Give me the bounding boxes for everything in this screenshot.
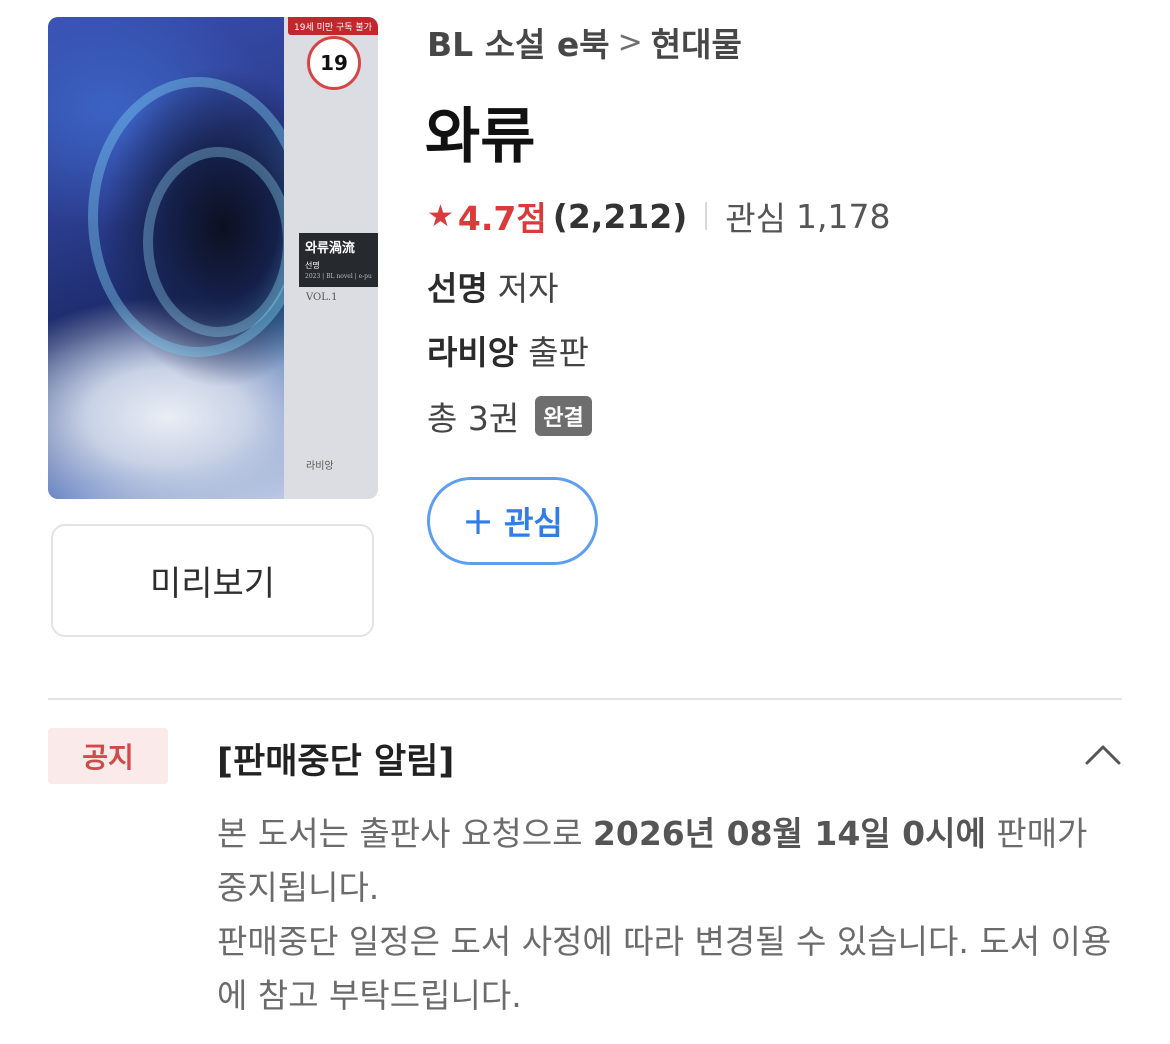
notice-title[interactable]: [판매중단 알림] <box>217 733 454 784</box>
complete-status-badge: 완결 <box>535 396 592 436</box>
plus-icon: + <box>462 499 494 543</box>
cover-label-author: 선명 <box>305 261 320 270</box>
cover-swirl-decoration <box>143 147 293 337</box>
notice-badge: 공지 <box>48 728 168 784</box>
book-cover-image[interactable]: 19세 미만 구독 불가 19 와류渦流 선명 2023 | BL novel … <box>48 17 378 499</box>
chevron-right-icon: > <box>617 24 643 60</box>
preview-button[interactable]: 미리보기 <box>51 524 374 637</box>
breadcrumb-category[interactable]: BL 소설 e북 <box>427 18 610 66</box>
age-19-badge: 19 <box>307 36 361 90</box>
cover-label-title: 와류渦流 <box>305 241 355 256</box>
cover-volume: VOL.1 <box>306 292 338 303</box>
add-interest-button[interactable]: + 관심 <box>427 477 598 565</box>
publisher-role: 출판 <box>528 333 589 372</box>
interest-count: 1,178 <box>796 196 891 236</box>
book-title: 와류 <box>425 102 536 172</box>
breadcrumb-subcategory[interactable]: 현대물 <box>651 18 742 66</box>
section-divider <box>48 698 1122 700</box>
cover-title-label: 와류渦流 선명 2023 | BL novel | e-pub <box>299 233 378 287</box>
breadcrumb: BL 소설 e북 > 현대물 <box>427 18 742 66</box>
notice-body-text: 판매중단 일정은 도서 사정에 따라 변경될 수 있습니다. 도서 이용에 참고… <box>217 922 1112 1015</box>
volumes-line: 총 3권 완결 <box>427 392 592 440</box>
divider <box>705 202 708 230</box>
add-interest-label: 관심 <box>503 504 563 542</box>
volume-count: 총 3권 <box>427 399 520 438</box>
author-line: 선명 저자 <box>427 262 558 310</box>
age-restriction-ribbon: 19세 미만 구독 불가 <box>288 17 378 35</box>
notice-body-text: 본 도서는 출판사 요청으로 <box>217 814 593 853</box>
interest-label: 관심 <box>725 199 787 238</box>
cover-publisher-mark: 라비앙 <box>306 461 334 472</box>
chevron-up-icon[interactable] <box>1083 735 1123 775</box>
rating-row: ★ 4.7점 (2,212) 관심 1,178 <box>427 192 891 240</box>
rating-score[interactable]: 4.7점 <box>458 192 547 240</box>
publisher-line: 라비앙 출판 <box>427 326 589 374</box>
notice-stop-date: 2026년 08월 14일 0시에 <box>592 814 986 853</box>
star-icon: ★ <box>427 198 454 234</box>
cover-label-meta: 2023 | BL novel | e-pub <box>305 273 372 280</box>
notice-body: 본 도서는 출판사 요청으로 2026년 08월 14일 0시에 판매가 중지됩… <box>217 807 1112 1023</box>
rating-count[interactable]: (2,212) <box>553 197 688 236</box>
author-name[interactable]: 선명 <box>427 262 488 310</box>
publisher-name[interactable]: 라비앙 <box>427 326 518 374</box>
author-role: 저자 <box>497 269 559 308</box>
